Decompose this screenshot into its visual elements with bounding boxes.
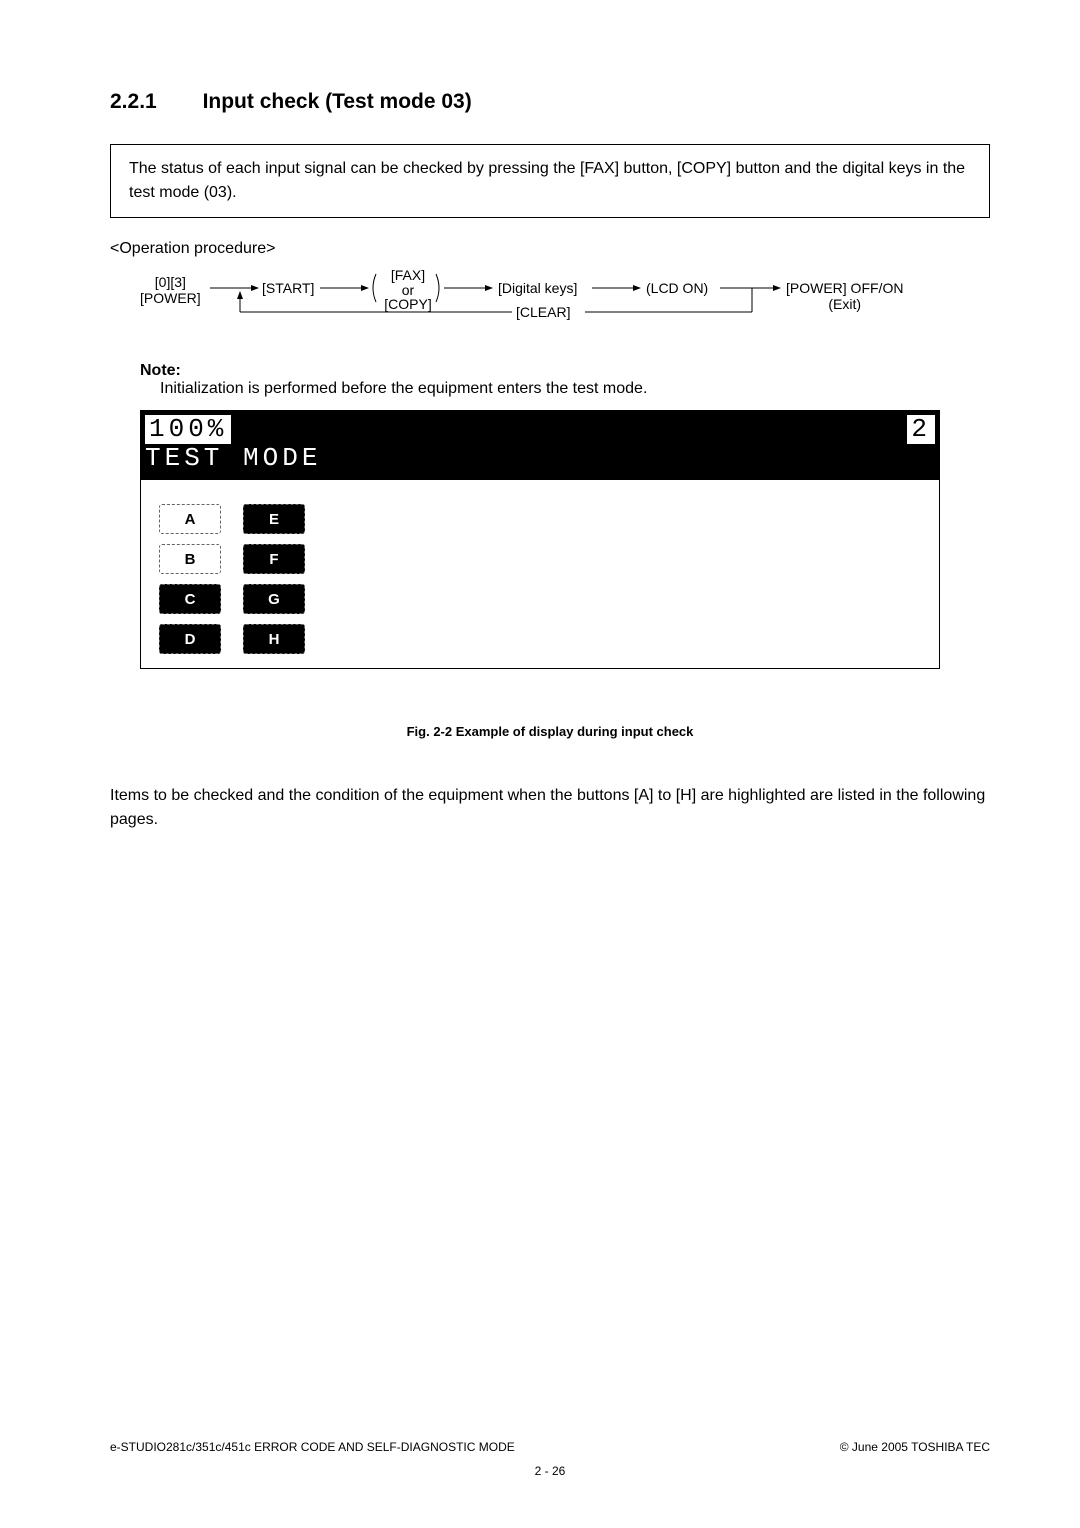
lcd-mode: TEST MODE xyxy=(145,444,935,473)
section-header: 2.2.1 Input check (Test mode 03) xyxy=(110,90,990,114)
lcd-button-c[interactable]: C xyxy=(159,584,221,614)
lcd-button-d[interactable]: D xyxy=(159,624,221,654)
note-label: Note: xyxy=(140,362,990,380)
flow-diagram: [0][3] [POWER] [START] [FAX] or [COPY] [… xyxy=(140,272,990,344)
note-block: Note: Initialization is performed before… xyxy=(140,362,990,398)
section-number: 2.2.1 xyxy=(110,90,157,114)
lcd-button-f[interactable]: F xyxy=(243,544,305,574)
lcd-percent: 100% xyxy=(145,415,231,444)
flow-start: [START] xyxy=(262,280,314,296)
flow-fax-copy: [FAX] or [COPY] xyxy=(380,268,436,312)
flow-poweroff: [POWER] OFF/ON (Exit) xyxy=(786,280,903,312)
figure-caption: Fig. 2-2 Example of display during input… xyxy=(110,724,990,739)
flow-power: [0][3] [POWER] xyxy=(140,274,201,306)
footer-page: 2 - 26 xyxy=(110,1464,990,1478)
section-title: Input check (Test mode 03) xyxy=(203,90,472,113)
lcd-button-h[interactable]: H xyxy=(243,624,305,654)
lcd-display: 100% 2 TEST MODE A E B F C G D H xyxy=(140,410,940,669)
lcd-button-b[interactable]: B xyxy=(159,544,221,574)
status-box: The status of each input signal can be c… xyxy=(110,144,990,218)
page-footer: e-STUDIO281c/351c/451c ERROR CODE AND SE… xyxy=(110,1440,990,1478)
flow-digital: [Digital keys] xyxy=(498,280,577,296)
lcd-button-g[interactable]: G xyxy=(243,584,305,614)
footer-right: © June 2005 TOSHIBA TEC xyxy=(840,1440,990,1454)
operation-procedure-label: <Operation procedure> xyxy=(110,240,990,258)
lcd-body: A E B F C G D H xyxy=(141,480,939,668)
note-text: Initialization is performed before the e… xyxy=(160,380,990,398)
lcd-number: 2 xyxy=(907,415,935,444)
flow-lcd: (LCD ON) xyxy=(646,280,708,296)
footer-left: e-STUDIO281c/351c/451c ERROR CODE AND SE… xyxy=(110,1440,515,1454)
flow-clear: [CLEAR] xyxy=(516,304,570,320)
lcd-button-a[interactable]: A xyxy=(159,504,221,534)
lcd-button-grid: A E B F C G D H xyxy=(159,504,313,654)
lcd-button-e[interactable]: E xyxy=(243,504,305,534)
lcd-header: 100% 2 TEST MODE xyxy=(141,411,939,480)
body-paragraph: Items to be checked and the condition of… xyxy=(110,784,990,832)
